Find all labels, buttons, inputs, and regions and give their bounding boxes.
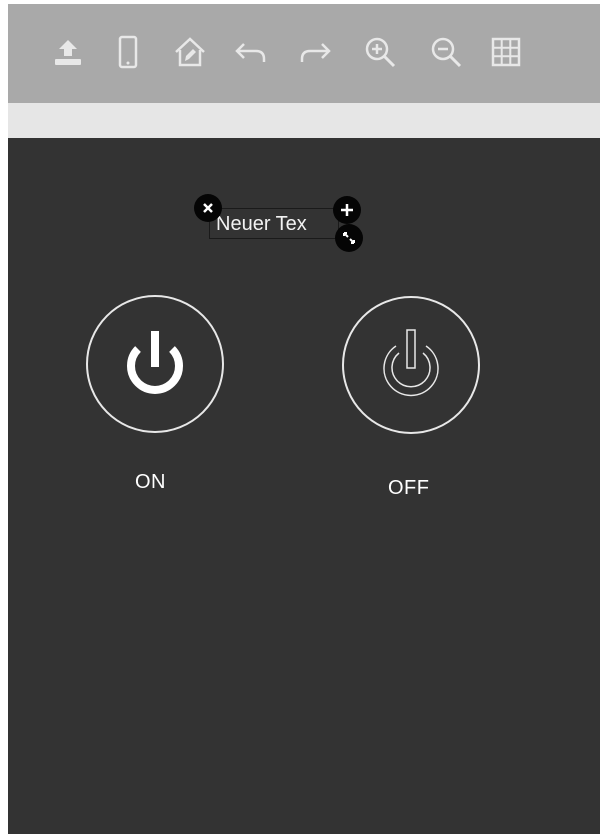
plus-icon — [341, 204, 353, 216]
mobile-device-icon — [118, 35, 138, 69]
undo-button[interactable] — [230, 32, 270, 72]
text-widget-label[interactable]: Neuer Tex — [216, 213, 307, 236]
power-outline-icon — [383, 329, 439, 397]
app-frame: Neuer Tex ON OFF — [8, 4, 600, 834]
device-button[interactable] — [108, 32, 148, 72]
text-widget[interactable]: Neuer Tex — [209, 208, 339, 239]
grid-icon — [491, 37, 521, 67]
sub-toolbar — [8, 103, 600, 138]
redo-button[interactable] — [296, 32, 336, 72]
editor-canvas[interactable]: Neuer Tex ON OFF — [8, 138, 600, 834]
zoom-out-button[interactable] — [426, 32, 466, 72]
zoom-in-icon — [365, 37, 396, 68]
home-edit-button[interactable] — [170, 32, 210, 72]
upload-button[interactable] — [48, 32, 88, 72]
redo-icon — [300, 43, 331, 62]
delete-widget-button[interactable] — [194, 194, 222, 222]
zoom-out-icon — [431, 37, 462, 68]
power-icon — [127, 331, 183, 394]
grid-button[interactable] — [486, 32, 526, 72]
on-button[interactable] — [86, 295, 224, 433]
home-edit-icon — [175, 37, 205, 67]
resize-icon — [343, 232, 355, 244]
off-button[interactable] — [342, 296, 480, 434]
on-label: ON — [135, 471, 166, 493]
upload-icon — [55, 40, 81, 65]
toolbar — [8, 4, 600, 103]
add-widget-button[interactable] — [333, 196, 361, 224]
close-icon — [203, 203, 213, 213]
undo-icon — [235, 43, 266, 62]
resize-widget-handle[interactable] — [335, 224, 363, 252]
zoom-in-button[interactable] — [360, 32, 400, 72]
off-label: OFF — [388, 477, 430, 499]
